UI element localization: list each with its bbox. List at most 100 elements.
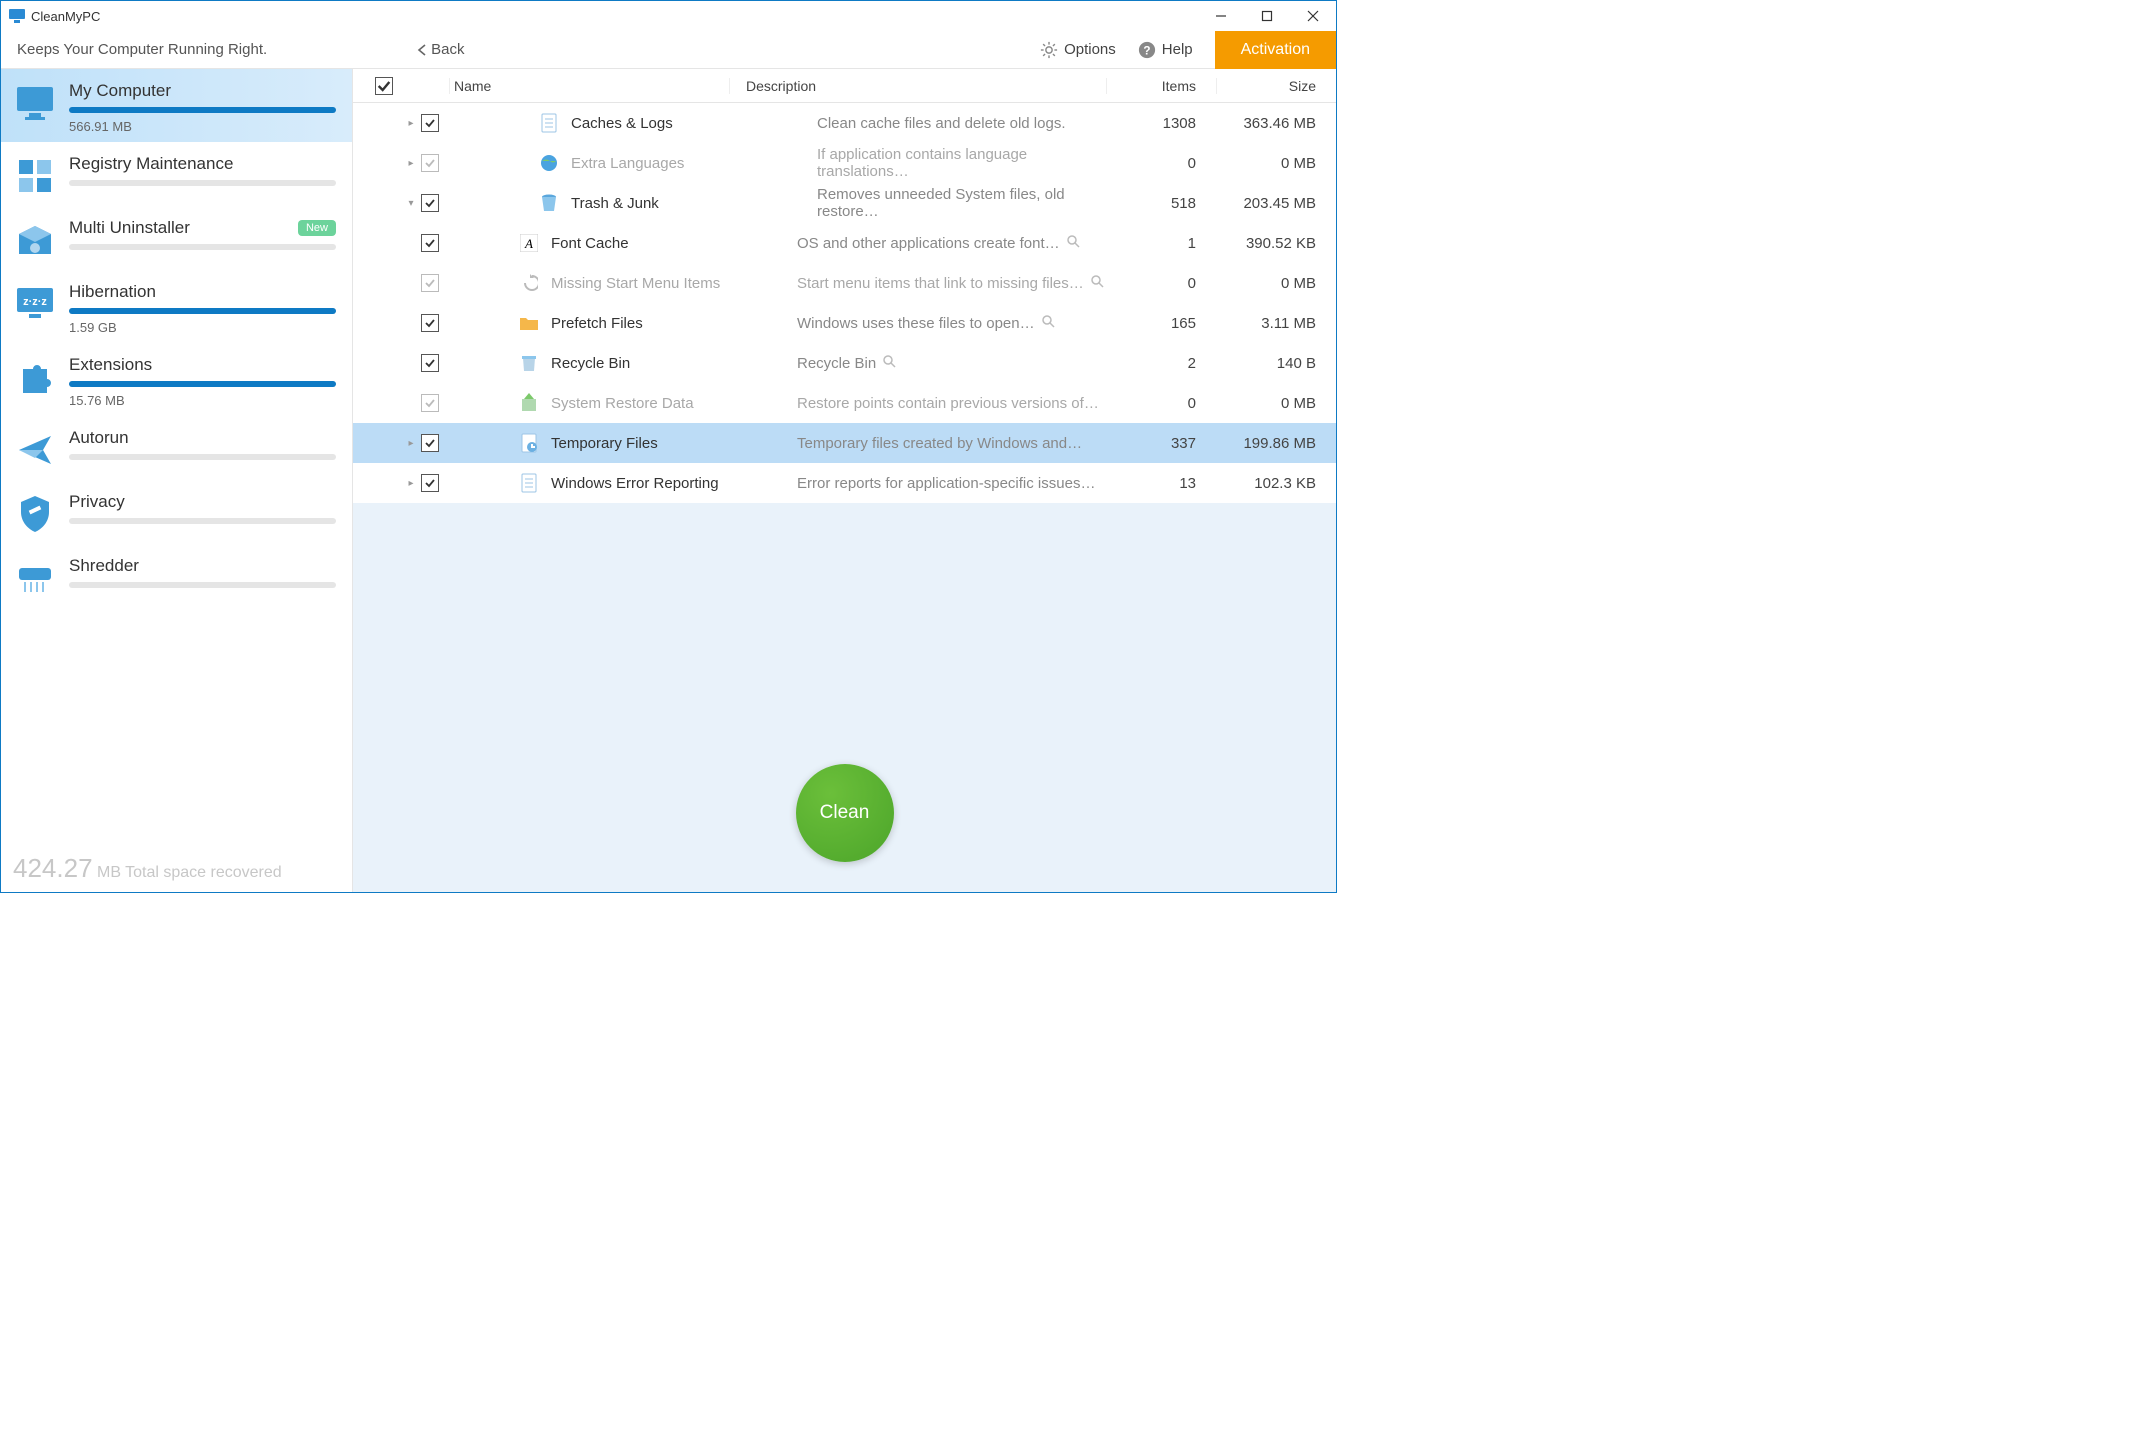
table-row[interactable]: ▸Caches & LogsClean cache files and dele… <box>353 103 1336 143</box>
row-name: Trash & Junk <box>571 195 817 212</box>
row-description: Temporary files created by Windows and… <box>797 435 1106 452</box>
table-row[interactable]: AFont CacheOS and other applications cre… <box>353 223 1336 263</box>
expand-arrow-icon[interactable]: ▸ <box>401 478 421 489</box>
recovered-unit: MB Total space recovered <box>97 864 282 881</box>
row-checkbox[interactable] <box>421 234 439 252</box>
col-items[interactable]: Items <box>1106 78 1216 94</box>
row-items: 0 <box>1106 395 1216 412</box>
toolbar: Keeps Your Computer Running Right. Back … <box>1 31 1336 69</box>
progress-bar <box>69 180 336 186</box>
row-items: 165 <box>1106 315 1216 332</box>
progress-bar <box>69 308 336 314</box>
titlebar: CleanMyPC <box>1 1 1336 31</box>
table-row[interactable]: ▸ Windows Error ReportingError reports fo… <box>353 463 1336 503</box>
row-checkbox[interactable] <box>421 394 439 412</box>
row-size: 203.45 MB <box>1216 195 1336 212</box>
options-label: Options <box>1064 41 1116 58</box>
row-size: 199.86 MB <box>1216 435 1336 452</box>
sidebar-item-label: Multi Uninstaller <box>69 218 190 238</box>
row-name: Extra Languages <box>571 155 817 172</box>
minimize-button[interactable] <box>1198 1 1244 31</box>
table-row[interactable]: ▸Temporary FilesTemporary files created … <box>353 423 1336 463</box>
table-row[interactable]: Prefetch FilesWindows uses these files t… <box>353 303 1336 343</box>
table-row[interactable]: Recycle BinRecycle Bin 2140 B <box>353 343 1336 383</box>
table-row[interactable]: ▾ Trash & JunkRemoves unneeded System fil… <box>353 183 1336 223</box>
sidebar-item-sub: 15.76 MB <box>69 393 336 408</box>
search-icon[interactable] <box>882 354 896 372</box>
sidebar-item-label: Privacy <box>69 492 125 512</box>
row-checkbox[interactable] <box>421 274 439 292</box>
footer-recovered: 424.27 MB Total space recovered <box>13 853 282 884</box>
header-checkbox[interactable] <box>375 77 393 95</box>
row-checkbox[interactable] <box>421 434 439 452</box>
col-size[interactable]: Size <box>1216 78 1336 94</box>
row-checkbox[interactable] <box>421 314 439 332</box>
content-panel: Name Description Items Size ▸Caches & Lo… <box>353 69 1336 892</box>
search-icon[interactable] <box>1041 314 1055 332</box>
sidebar-item-my-computer[interactable]: My Computer566.91 MB <box>1 69 352 142</box>
sidebar-item-extensions[interactable]: Extensions 15.76 MB <box>1 343 352 416</box>
sidebar-item-hibernation[interactable]: z·z·zHibernation1.59 GB <box>1 270 352 343</box>
puzzle-icon <box>13 355 57 399</box>
plane-icon <box>13 428 57 472</box>
clean-button[interactable]: Clean <box>796 764 894 862</box>
row-size: 390.52 KB <box>1216 235 1336 252</box>
row-checkbox[interactable] <box>421 474 439 492</box>
help-button[interactable]: ? Help <box>1138 41 1193 59</box>
clean-label: Clean <box>820 802 870 824</box>
maximize-button[interactable] <box>1244 1 1290 31</box>
row-items: 0 <box>1106 275 1216 292</box>
sidebar: My Computer566.91 MBRegistry Maintenance… <box>1 69 353 892</box>
search-icon[interactable] <box>1090 274 1104 292</box>
row-checkbox[interactable] <box>421 194 439 212</box>
back-label: Back <box>431 41 464 58</box>
row-size: 140 B <box>1216 355 1336 372</box>
sidebar-item-registry-maintenance[interactable]: Registry Maintenance <box>1 142 352 206</box>
back-button[interactable]: Back <box>417 41 464 58</box>
table-row[interactable]: System Restore DataRestore points contai… <box>353 383 1336 423</box>
col-name[interactable]: Name <box>449 78 729 94</box>
shredder-icon <box>13 556 57 600</box>
expand-arrow-icon[interactable]: ▸ <box>401 438 421 449</box>
svg-text:z·z·z: z·z·z <box>23 296 47 308</box>
row-checkbox[interactable] <box>421 114 439 132</box>
expand-arrow-icon[interactable]: ▸ <box>401 158 421 169</box>
col-description[interactable]: Description <box>729 78 1106 94</box>
help-icon: ? <box>1138 41 1156 59</box>
sidebar-item-sub: 566.91 MB <box>69 119 336 134</box>
sidebar-item-label: Extensions <box>69 355 152 375</box>
svg-text:A: A <box>524 236 533 251</box>
sidebar-item-label: Autorun <box>69 428 129 448</box>
folder-icon <box>515 315 543 331</box>
sidebar-item-multi-uninstaller[interactable]: Multi UninstallerNew <box>1 206 352 270</box>
row-name: Missing Start Menu Items <box>551 275 797 292</box>
expand-arrow-icon[interactable]: ▾ <box>401 198 421 209</box>
sleep-icon: z·z·z <box>13 282 57 326</box>
search-icon[interactable] <box>1066 234 1080 252</box>
options-button[interactable]: Options <box>1040 41 1116 59</box>
row-description: Restore points contain previous versions… <box>797 395 1106 412</box>
registry-icon <box>13 154 57 198</box>
progress-bar <box>69 381 336 387</box>
row-checkbox[interactable] <box>421 354 439 372</box>
table-row[interactable]: ▸Extra LanguagesIf application contains … <box>353 143 1336 183</box>
gear-icon <box>1040 41 1058 59</box>
row-description: OS and other applications create font… <box>797 234 1106 252</box>
close-button[interactable] <box>1290 1 1336 31</box>
expand-arrow-icon[interactable]: ▸ <box>401 118 421 129</box>
sidebar-item-sub: 1.59 GB <box>69 320 336 335</box>
row-description: Removes unneeded System files, old resto… <box>817 186 1106 220</box>
table-row[interactable]: Missing Start Menu ItemsStart menu items… <box>353 263 1336 303</box>
row-name: Windows Error Reporting <box>551 475 797 492</box>
recovered-value: 424.27 <box>13 853 93 883</box>
sidebar-item-autorun[interactable]: Autorun <box>1 416 352 480</box>
activation-button[interactable]: Activation <box>1215 31 1336 69</box>
sidebar-item-privacy[interactable]: Privacy <box>1 480 352 544</box>
row-checkbox[interactable] <box>421 154 439 172</box>
progress-bar <box>69 582 336 588</box>
progress-bar <box>69 244 336 250</box>
bin-icon <box>515 353 543 373</box>
sidebar-item-shredder[interactable]: Shredder <box>1 544 352 608</box>
row-description: Error reports for application-specific i… <box>797 475 1106 492</box>
row-name: Prefetch Files <box>551 315 797 332</box>
